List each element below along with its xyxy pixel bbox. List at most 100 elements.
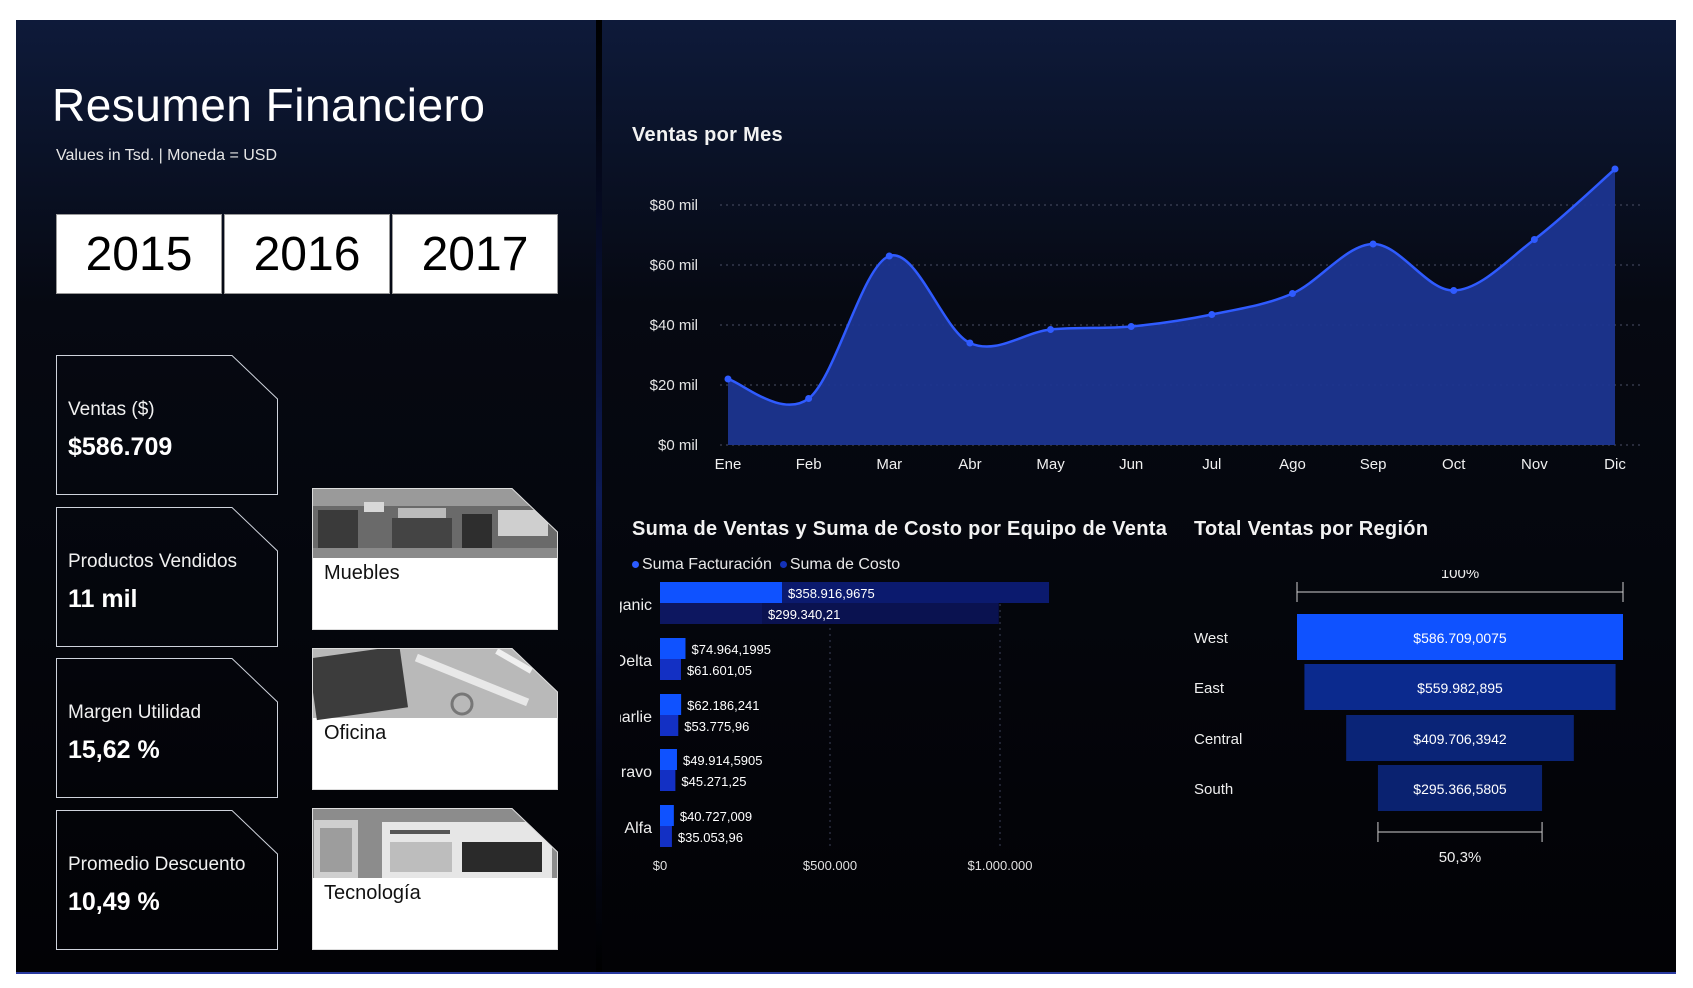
x-tick-label: May [1036,456,1065,473]
legend-item-facturacion[interactable]: Suma Facturación [632,556,772,574]
kpi-card-margen: Margen Utilidad 15,62 % [56,658,278,798]
funnel-bottom-label: 50,3% [1439,849,1482,866]
category-card-tecnologia[interactable]: Tecnología [312,808,558,950]
year-button-2015[interactable]: 2015 [56,214,222,294]
category-label: Tecnología [324,882,421,904]
page-title: Resumen Financiero [52,79,486,131]
x-tick-label: Oct [1442,456,1466,473]
data-label: $35.053,96 [678,830,743,845]
equipo-venta-bar-chart: $0 $500.000 $1.000.000 Organic $358.916,9675… [620,582,1050,873]
kpi-label: Margen Utilidad [68,702,202,723]
data-label: $45.271,25 [681,774,746,789]
year-button-2017[interactable]: 2017 [392,214,558,294]
y-tick-label: $40 mil [650,317,698,334]
x-tick-label: Ago [1279,456,1306,473]
bar-chart-legend: Suma Facturación Suma de Costo [632,556,900,574]
bar-costo [660,826,672,847]
kpi-value: 15,62 % [68,736,160,764]
legend-label: Suma Facturación [642,556,772,573]
x-tick-label: Feb [796,456,822,473]
category-label: Central [1194,731,1242,748]
data-point [1047,326,1055,333]
data-point [1369,240,1377,248]
bar-facturacion [660,582,782,603]
bar-costo [660,603,762,624]
legend-item-costo[interactable]: Suma de Costo [779,556,901,574]
data-point [966,339,974,347]
data-point [724,375,732,383]
bar-costo [660,770,676,791]
x-tick-label: Jul [1202,456,1221,473]
x-tick-label: $1.000.000 [967,858,1032,873]
page-subtitle: Values in Tsd. | Moneda = USD [56,147,278,164]
y-tick-label: $20 mil [650,377,698,394]
bar-facturacion [660,805,674,826]
data-point [1530,236,1538,243]
data-label: $295.366,5805 [1413,781,1507,797]
x-tick-label: Nov [1521,456,1548,473]
data-label: $409.706,3942 [1413,731,1507,747]
legend-label: Suma de Costo [789,556,901,573]
y-tick-label: $80 mil [650,197,698,214]
kpi-value: 10,49 % [68,888,160,916]
data-label: $62.186,241 [687,698,759,713]
year-slicer: 2015 2016 2017 [56,214,560,294]
data-label: $559.982,895 [1417,680,1503,696]
bar-facturacion [660,638,686,659]
kpi-card-descuento: Promedio Descuento 10,49 % [56,810,278,950]
category-card-oficina[interactable]: Oficina [312,648,558,790]
category-label: Delta [620,653,652,670]
category-label: Muebles [324,562,400,584]
technology-photo-icon [312,808,558,878]
category-label: Bravo [620,764,652,781]
bar-costo [660,715,679,736]
kpi-label: Productos Vendidos [68,551,238,572]
y-tick-label: $60 mil [650,257,698,274]
bar-facturacion [660,694,682,715]
category-label: Organic [620,597,652,614]
bar-costo [660,659,681,680]
y-tick-label: $0 mil [658,437,698,454]
category-label: Alfa [624,820,652,837]
category-card-muebles[interactable]: Muebles [312,488,558,630]
chart-title-region: Total Ventas por Región [1194,518,1429,540]
category-label: Charlie [620,709,652,726]
kpi-label: Promedio Descuento [68,854,246,875]
data-point [1208,311,1216,318]
kpi-value: $586.709 [68,433,173,461]
data-label: $74.964,1995 [691,642,771,657]
x-tick-label: $0 [653,858,667,873]
data-point [1611,165,1619,173]
x-tick-label: Abr [958,456,981,473]
kpi-label: Ventas ($) [68,399,155,420]
x-tick-label: $500.000 [803,858,857,873]
data-point [885,252,893,260]
data-label: $299.340,21 [768,607,840,622]
funnel-top-label: 100% [1441,570,1479,582]
category-label: East [1194,680,1225,697]
panel-divider [596,20,602,972]
area-fill [728,169,1615,445]
data-label: $53.775,96 [684,719,749,734]
category-label: South [1194,781,1233,798]
x-tick-label: Sep [1360,456,1387,473]
data-point [805,395,813,402]
x-tick-label: Mar [876,456,902,473]
data-point [1127,323,1135,330]
x-tick-label: Jun [1119,456,1143,473]
ventas-region-funnel-chart: 100% $586.709,0075 West $559.982,895 East $40… [1194,570,1624,866]
ventas-por-mes-chart: $0 mil $20 mil $40 mil $60 mil $80 mil Ene Feb… [650,165,1640,473]
category-label: Oficina [324,722,387,744]
year-button-2016[interactable]: 2016 [224,214,390,294]
data-label: $49.914,5905 [683,753,763,768]
kpi-card-productos: Productos Vendidos 11 mil [56,507,278,647]
data-label: $61.601,05 [687,663,752,678]
data-label: $40.727,009 [680,809,752,824]
data-point [1288,290,1296,297]
data-point [1450,287,1458,294]
kpi-value: 11 mil [68,585,138,613]
office-supplies-photo-icon [312,648,558,721]
x-tick-label: Dic [1604,456,1626,473]
category-label: West [1194,630,1229,647]
furniture-photo-icon [312,488,558,558]
